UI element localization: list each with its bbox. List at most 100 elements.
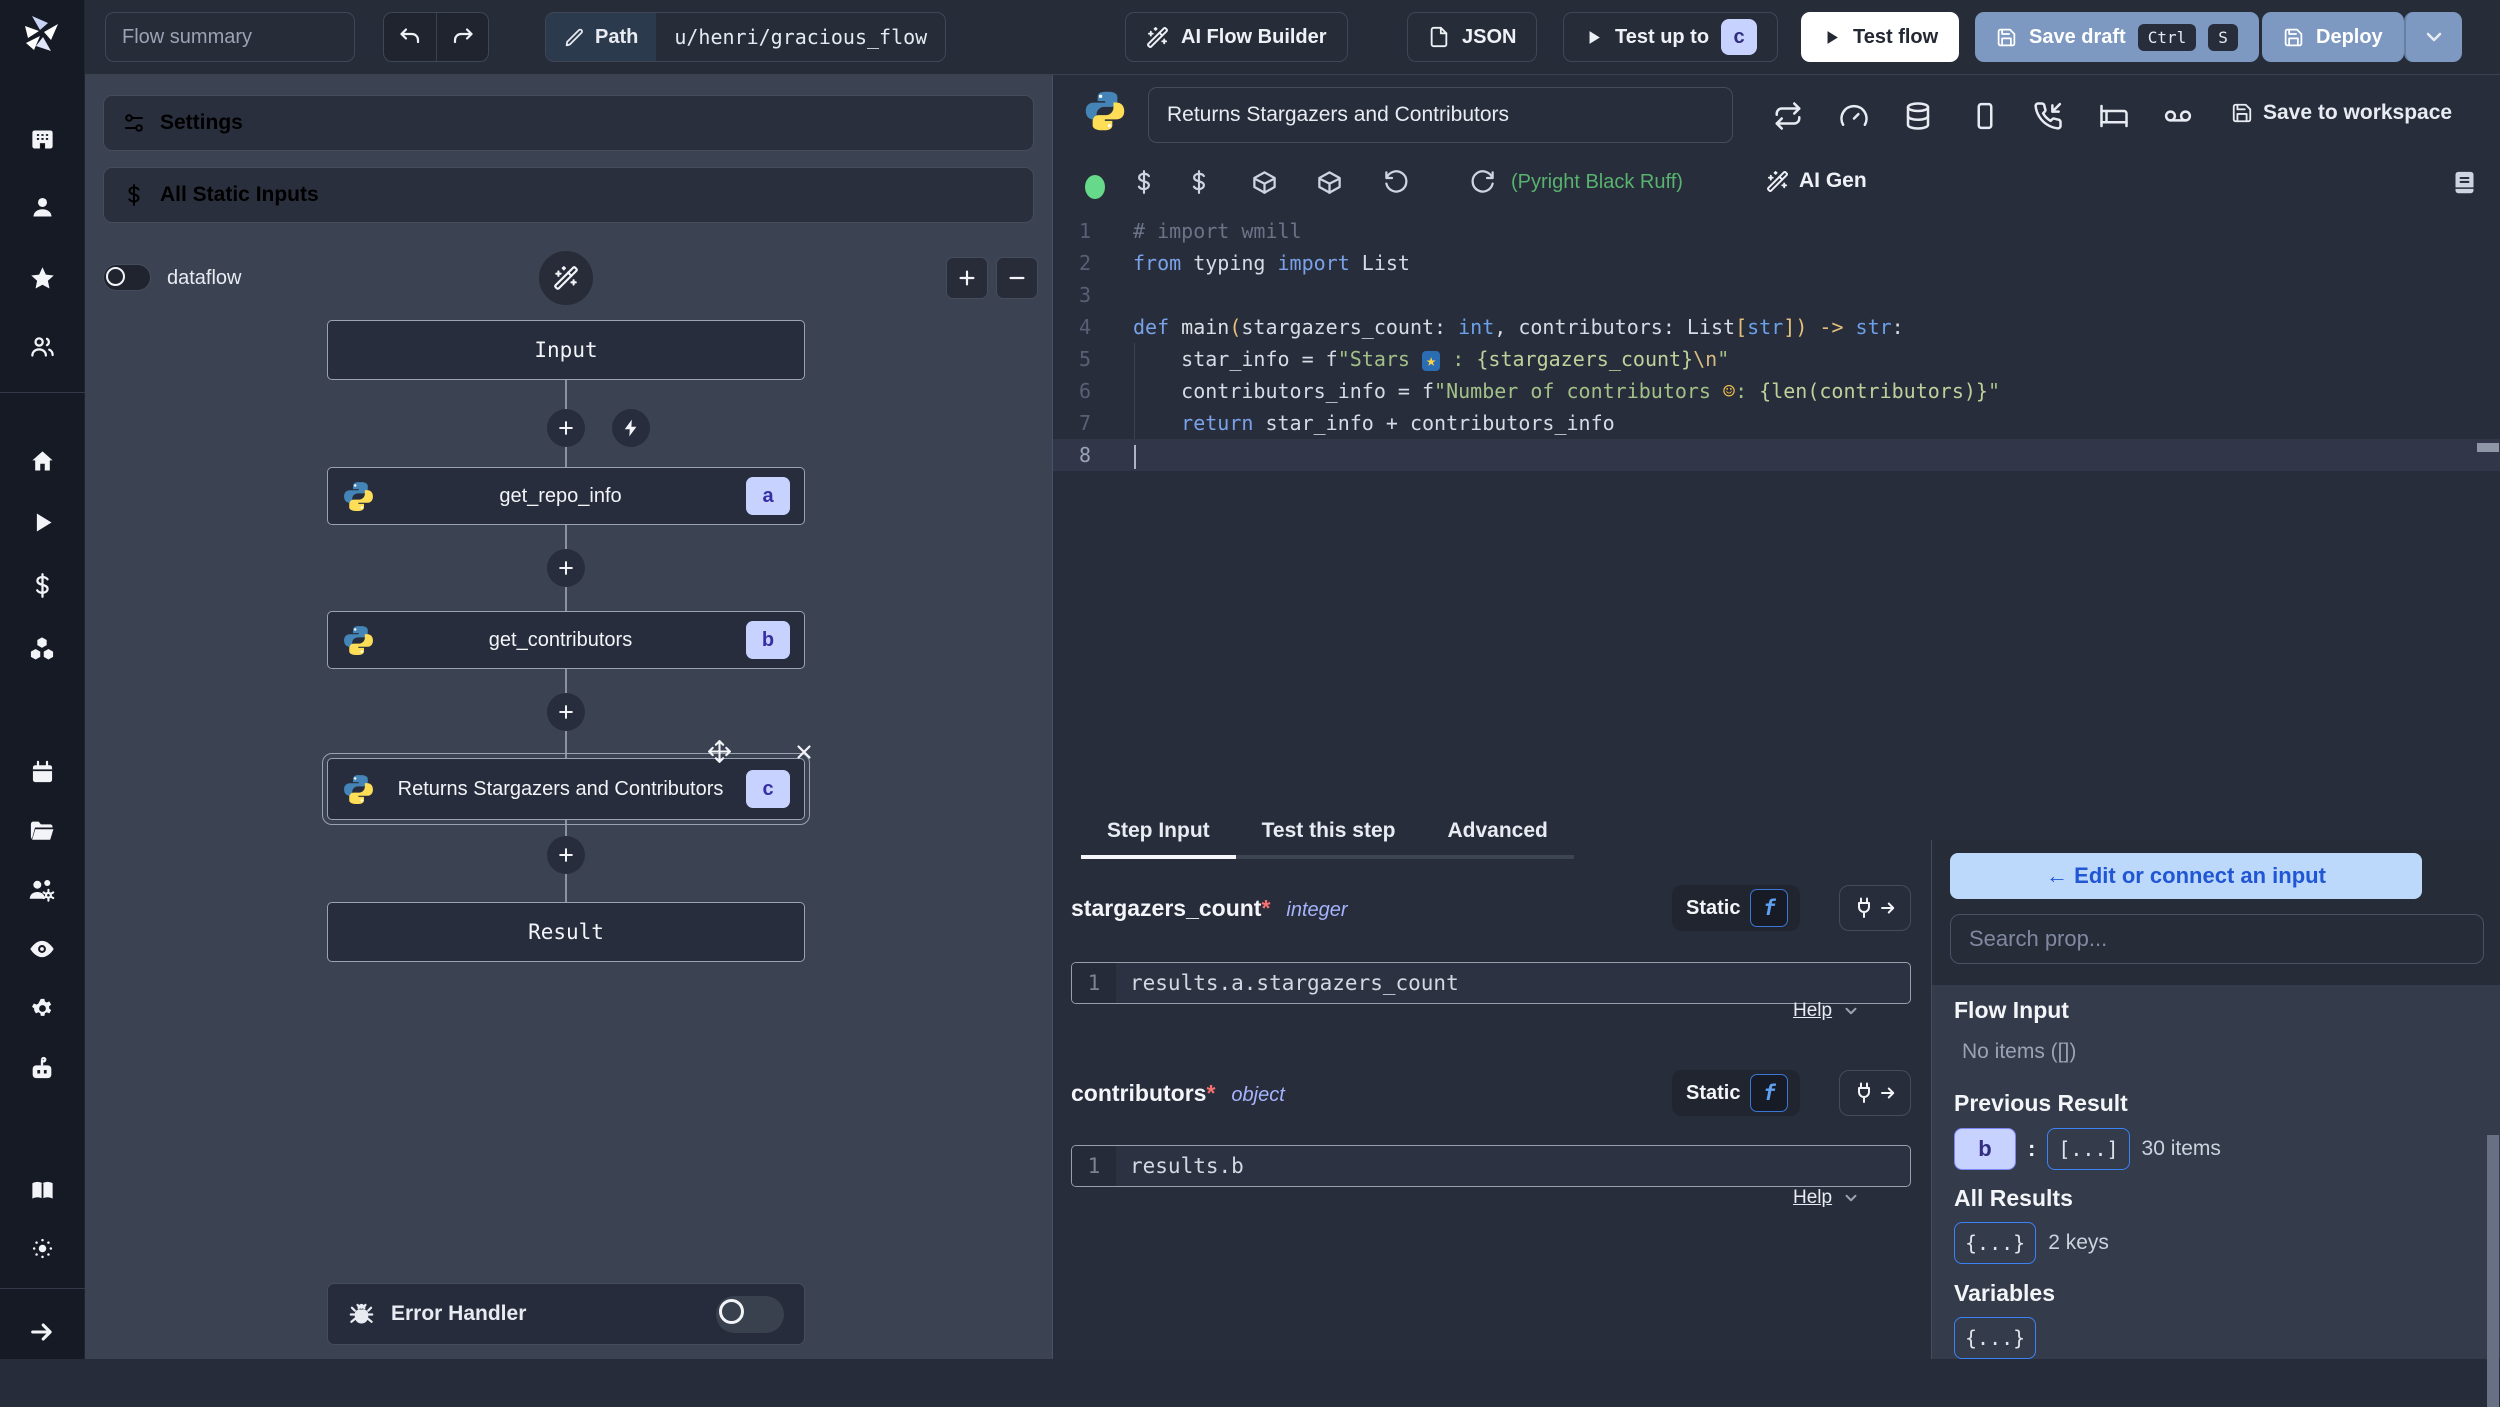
- move-step-handle[interactable]: [707, 739, 732, 764]
- code-line[interactable]: 1 # import wmill: [1053, 215, 2500, 247]
- ai-flow-builder-button[interactable]: AI Flow Builder: [1125, 12, 1348, 62]
- suspend-phone-icon[interactable]: [2033, 101, 2065, 133]
- zoom-out-button[interactable]: [996, 257, 1038, 299]
- add-step-button[interactable]: [547, 549, 585, 587]
- code-line[interactable]: 3: [1053, 279, 2500, 311]
- flow-ai-wand-button[interactable]: [539, 251, 593, 305]
- lint-status[interactable]: (Pyright Black Ruff): [1511, 171, 1683, 194]
- expr-input-stargazers[interactable]: 1 results.a.stargazers_count: [1071, 962, 1911, 1004]
- connect-input-button[interactable]: [1839, 885, 1911, 931]
- expr-input-contributors[interactable]: 1 results.b: [1071, 1145, 1911, 1187]
- code-line[interactable]: 6 contributors_info = f"Number of contri…: [1053, 375, 2500, 407]
- retry-icon[interactable]: [1773, 101, 1805, 133]
- tab-step-input[interactable]: Step Input: [1081, 809, 1236, 859]
- delete-step-button[interactable]: [793, 741, 815, 763]
- add-step-button[interactable]: [547, 409, 585, 447]
- connect-input-button[interactable]: [1839, 1070, 1911, 1116]
- all-static-inputs-button[interactable]: All Static Inputs: [103, 167, 1034, 223]
- code-line[interactable]: 2 from typing import List: [1053, 247, 2500, 279]
- code-line[interactable]: 8: [1053, 439, 2500, 471]
- collapsed-object-badge[interactable]: {...}: [1954, 1222, 2037, 1264]
- mock-icon[interactable]: [1970, 101, 2002, 133]
- sidebar-item-audit-logs[interactable]: [22, 929, 62, 969]
- windmill-logo-icon[interactable]: [18, 10, 66, 58]
- code-line[interactable]: 4 def main(stargazers_count: int, contrib…: [1053, 311, 2500, 343]
- help-link[interactable]: Help: [1793, 1000, 1860, 1022]
- expand-sidebar-icon[interactable]: [22, 1312, 62, 1352]
- sidebar-item-theme[interactable]: [22, 1228, 62, 1268]
- sidebar-item-ai[interactable]: [22, 1050, 62, 1090]
- deploy-dropdown-button[interactable]: [2404, 12, 2462, 62]
- zoom-in-button[interactable]: [946, 257, 988, 299]
- reload-refresh-icon[interactable]: [1469, 169, 1499, 199]
- sidebar-item-resources[interactable]: [22, 629, 62, 669]
- step-b-badge[interactable]: b: [1954, 1128, 2016, 1170]
- save-draft-button[interactable]: Save draft Ctrl S: [1975, 12, 2259, 62]
- error-handler-toggle[interactable]: [716, 1295, 784, 1333]
- path-value[interactable]: u/henri/gracious_flow: [656, 13, 945, 61]
- static-fx-toggle[interactable]: Static f: [1672, 1070, 1800, 1116]
- sidebar-item-settings[interactable]: [22, 988, 62, 1028]
- sidebar-item-favorites[interactable]: [22, 258, 62, 298]
- flow-node-step-c-selected[interactable]: Returns Stargazers and Contributors c: [322, 753, 810, 825]
- code-editor[interactable]: 1 # import wmill 2 from typing import List 3…: [1053, 215, 2500, 795]
- sidebar-item-home[interactable]: [22, 441, 62, 481]
- static-fx-toggle[interactable]: Static f: [1672, 885, 1800, 931]
- code-line[interactable]: 5 star_info = f"Stars ★ : {stargazers_co…: [1053, 343, 2500, 375]
- package-icon[interactable]: [1316, 169, 1346, 199]
- code-line[interactable]: 7 return star_info + contributors_info: [1053, 407, 2500, 439]
- add-step-button[interactable]: [547, 693, 585, 731]
- connect-panel-scrollbar[interactable]: [2487, 1135, 2499, 1407]
- collapsed-object-badge[interactable]: {...}: [1954, 1317, 2037, 1359]
- lifetime-voicemail-icon[interactable]: [2163, 101, 2195, 133]
- step-name-input[interactable]: [1148, 87, 1733, 143]
- cache-database-icon[interactable]: [1903, 101, 1935, 133]
- redo-button[interactable]: [436, 13, 488, 61]
- sidebar-item-workspace[interactable]: [22, 119, 62, 159]
- tab-advanced[interactable]: Advanced: [1421, 809, 1573, 859]
- help-link[interactable]: Help: [1793, 1187, 1860, 1209]
- script-library-icon[interactable]: [2451, 169, 2481, 199]
- error-handler-bar[interactable]: Error Handler: [327, 1283, 805, 1345]
- sleep-icon[interactable]: [2099, 101, 2131, 133]
- sidebar-item-user[interactable]: [22, 187, 62, 227]
- flow-node-step-a[interactable]: get_repo_info a: [327, 467, 805, 525]
- package-icon[interactable]: [1251, 169, 1281, 199]
- deploy-button[interactable]: Deploy: [2262, 12, 2404, 62]
- flow-node-result[interactable]: Result: [327, 902, 805, 962]
- sidebar-item-docs[interactable]: [22, 1170, 62, 1210]
- json-button[interactable]: JSON: [1407, 12, 1538, 62]
- path-group[interactable]: Path u/henri/gracious_flow: [545, 12, 947, 62]
- add-step-button[interactable]: [547, 836, 585, 874]
- sidebar-item-folders[interactable]: [22, 811, 62, 851]
- sidebar-item-groups[interactable]: [22, 326, 62, 366]
- sidebar-item-schedules[interactable]: [22, 752, 62, 792]
- flow-node-input[interactable]: Input: [327, 320, 805, 380]
- flow-settings-button[interactable]: Settings: [103, 95, 1034, 151]
- search-prop-input[interactable]: [1950, 914, 2484, 964]
- overview-ruler-cursor-mark: [2477, 443, 2499, 452]
- dataflow-toggle[interactable]: [103, 264, 151, 291]
- save-to-workspace-button[interactable]: Save to workspace: [2231, 101, 2452, 125]
- early-stop-gauge-icon[interactable]: [1839, 101, 1871, 133]
- fx-icon[interactable]: f: [1750, 1074, 1789, 1112]
- sidebar-item-runs[interactable]: [22, 502, 62, 542]
- previous-result-row: b : [...] 30 items: [1954, 1128, 2221, 1170]
- ai-gen-button[interactable]: AI Gen: [1766, 169, 1867, 193]
- sidebar-item-variables[interactable]: [22, 565, 62, 605]
- tab-test-this-step[interactable]: Test this step: [1236, 809, 1422, 859]
- pencil-icon: [564, 27, 585, 48]
- resource-picker-icon[interactable]: [1186, 169, 1216, 199]
- fx-icon[interactable]: f: [1750, 889, 1789, 927]
- sidebar-item-workers[interactable]: [22, 870, 62, 910]
- variable-picker-icon[interactable]: [1131, 169, 1161, 199]
- flow-node-step-b[interactable]: get_contributors b: [327, 611, 805, 669]
- test-flow-button[interactable]: Test flow: [1801, 12, 1960, 62]
- reset-rotate-ccw-icon[interactable]: [1383, 169, 1413, 199]
- add-trigger-button[interactable]: [612, 409, 650, 447]
- flow-summary-input[interactable]: [105, 12, 355, 62]
- test-up-to-button[interactable]: Test up to c: [1563, 12, 1779, 62]
- undo-button[interactable]: [384, 13, 436, 61]
- edit-or-connect-button[interactable]: ← Edit or connect an input: [1950, 853, 2422, 899]
- collapsed-array-badge[interactable]: [...]: [2047, 1128, 2130, 1170]
